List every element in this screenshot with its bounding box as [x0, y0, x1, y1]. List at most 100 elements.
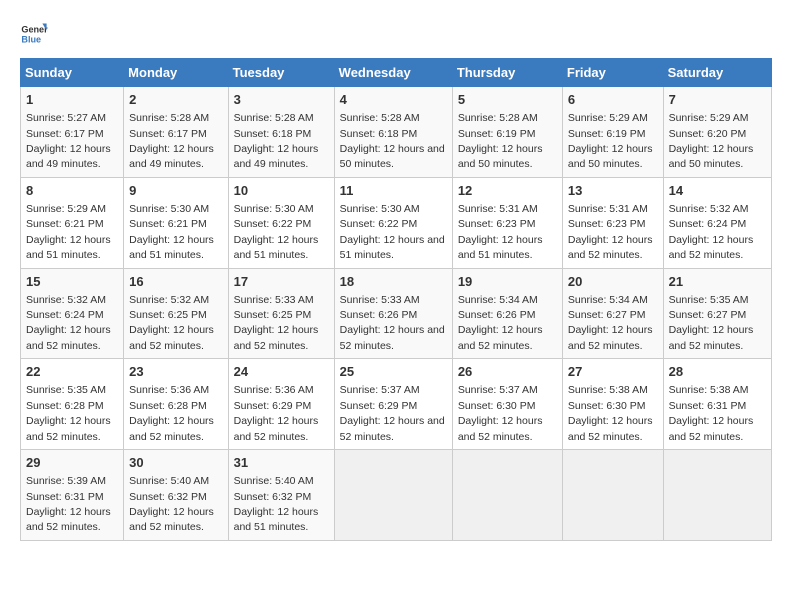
- day-number: 25: [340, 363, 447, 381]
- day-info: Sunrise: 5:40 AMSunset: 6:32 PMDaylight:…: [129, 475, 214, 533]
- day-number: 17: [234, 273, 329, 291]
- day-info: Sunrise: 5:30 AMSunset: 6:22 PMDaylight:…: [234, 203, 319, 261]
- svg-text:Blue: Blue: [21, 34, 41, 44]
- calendar-body: 1 Sunrise: 5:27 AMSunset: 6:17 PMDaylight…: [21, 87, 772, 541]
- col-header-thursday: Thursday: [452, 59, 562, 87]
- day-number: 9: [129, 182, 222, 200]
- calendar-cell: 4 Sunrise: 5:28 AMSunset: 6:18 PMDaylight…: [334, 87, 452, 178]
- day-info: Sunrise: 5:30 AMSunset: 6:21 PMDaylight:…: [129, 203, 214, 261]
- day-info: Sunrise: 5:31 AMSunset: 6:23 PMDaylight:…: [458, 203, 543, 261]
- day-info: Sunrise: 5:27 AMSunset: 6:17 PMDaylight:…: [26, 112, 111, 170]
- calendar-cell: 22Sunrise: 5:35 AMSunset: 6:28 PMDayligh…: [21, 359, 124, 450]
- day-info: Sunrise: 5:28 AMSunset: 6:17 PMDaylight:…: [129, 112, 214, 170]
- col-header-friday: Friday: [562, 59, 663, 87]
- calendar-cell: [663, 450, 771, 541]
- day-number: 22: [26, 363, 118, 381]
- calendar-cell: 6 Sunrise: 5:29 AMSunset: 6:19 PMDaylight…: [562, 87, 663, 178]
- day-info: Sunrise: 5:36 AMSunset: 6:29 PMDaylight:…: [234, 384, 319, 442]
- day-info: Sunrise: 5:35 AMSunset: 6:27 PMDaylight:…: [669, 294, 754, 352]
- day-number: 13: [568, 182, 658, 200]
- day-info: Sunrise: 5:36 AMSunset: 6:28 PMDaylight:…: [129, 384, 214, 442]
- day-number: 28: [669, 363, 766, 381]
- calendar-header-row: SundayMondayTuesdayWednesdayThursdayFrid…: [21, 59, 772, 87]
- calendar-cell: 25Sunrise: 5:37 AMSunset: 6:29 PMDayligh…: [334, 359, 452, 450]
- calendar-cell: [334, 450, 452, 541]
- calendar-cell: 1 Sunrise: 5:27 AMSunset: 6:17 PMDaylight…: [21, 87, 124, 178]
- day-info: Sunrise: 5:28 AMSunset: 6:18 PMDaylight:…: [340, 112, 445, 170]
- day-number: 19: [458, 273, 557, 291]
- col-header-saturday: Saturday: [663, 59, 771, 87]
- day-number: 11: [340, 182, 447, 200]
- calendar-table: SundayMondayTuesdayWednesdayThursdayFrid…: [20, 58, 772, 541]
- col-header-sunday: Sunday: [21, 59, 124, 87]
- day-number: 29: [26, 454, 118, 472]
- calendar-cell: 10 Sunrise: 5:30 AMSunset: 6:22 PMDayligh…: [228, 177, 334, 268]
- calendar-cell: 17 Sunrise: 5:33 AMSunset: 6:25 PMDayligh…: [228, 268, 334, 359]
- calendar-cell: 21 Sunrise: 5:35 AMSunset: 6:27 PMDayligh…: [663, 268, 771, 359]
- day-number: 24: [234, 363, 329, 381]
- calendar-cell: 18Sunrise: 5:33 AMSunset: 6:26 PMDayligh…: [334, 268, 452, 359]
- week-row-0: 1 Sunrise: 5:27 AMSunset: 6:17 PMDaylight…: [21, 87, 772, 178]
- day-number: 1: [26, 91, 118, 109]
- day-number: 23: [129, 363, 222, 381]
- calendar-cell: 13 Sunrise: 5:31 AMSunset: 6:23 PMDayligh…: [562, 177, 663, 268]
- day-info: Sunrise: 5:34 AMSunset: 6:27 PMDaylight:…: [568, 294, 653, 352]
- calendar-cell: 20 Sunrise: 5:34 AMSunset: 6:27 PMDayligh…: [562, 268, 663, 359]
- calendar-cell: 26 Sunrise: 5:37 AMSunset: 6:30 PMDayligh…: [452, 359, 562, 450]
- day-number: 16: [129, 273, 222, 291]
- calendar-cell: 29 Sunrise: 5:39 AMSunset: 6:31 PMDayligh…: [21, 450, 124, 541]
- day-info: Sunrise: 5:39 AMSunset: 6:31 PMDaylight:…: [26, 475, 111, 533]
- day-number: 5: [458, 91, 557, 109]
- logo: General Blue: [20, 20, 48, 48]
- day-info: Sunrise: 5:37 AMSunset: 6:30 PMDaylight:…: [458, 384, 543, 442]
- calendar-cell: 28 Sunrise: 5:38 AMSunset: 6:31 PMDayligh…: [663, 359, 771, 450]
- calendar-cell: 3 Sunrise: 5:28 AMSunset: 6:18 PMDaylight…: [228, 87, 334, 178]
- col-header-tuesday: Tuesday: [228, 59, 334, 87]
- day-info: Sunrise: 5:38 AMSunset: 6:30 PMDaylight:…: [568, 384, 653, 442]
- day-number: 6: [568, 91, 658, 109]
- day-info: Sunrise: 5:30 AMSunset: 6:22 PMDaylight:…: [340, 203, 445, 261]
- day-info: Sunrise: 5:29 AMSunset: 6:21 PMDaylight:…: [26, 203, 111, 261]
- calendar-cell: 7Sunrise: 5:29 AMSunset: 6:20 PMDaylight…: [663, 87, 771, 178]
- header: General Blue: [20, 20, 772, 48]
- col-header-wednesday: Wednesday: [334, 59, 452, 87]
- day-info: Sunrise: 5:32 AMSunset: 6:25 PMDaylight:…: [129, 294, 214, 352]
- calendar-cell: 11 Sunrise: 5:30 AMSunset: 6:22 PMDayligh…: [334, 177, 452, 268]
- day-number: 20: [568, 273, 658, 291]
- day-number: 15: [26, 273, 118, 291]
- day-info: Sunrise: 5:34 AMSunset: 6:26 PMDaylight:…: [458, 294, 543, 352]
- day-number: 26: [458, 363, 557, 381]
- day-info: Sunrise: 5:33 AMSunset: 6:25 PMDaylight:…: [234, 294, 319, 352]
- day-info: Sunrise: 5:33 AMSunset: 6:26 PMDaylight:…: [340, 294, 445, 352]
- day-number: 30: [129, 454, 222, 472]
- day-number: 4: [340, 91, 447, 109]
- calendar-cell: 15Sunrise: 5:32 AMSunset: 6:24 PMDayligh…: [21, 268, 124, 359]
- day-number: 31: [234, 454, 329, 472]
- calendar-cell: 8Sunrise: 5:29 AMSunset: 6:21 PMDaylight…: [21, 177, 124, 268]
- calendar-cell: 19 Sunrise: 5:34 AMSunset: 6:26 PMDayligh…: [452, 268, 562, 359]
- day-info: Sunrise: 5:40 AMSunset: 6:32 PMDaylight:…: [234, 475, 319, 533]
- calendar-cell: 12Sunrise: 5:31 AMSunset: 6:23 PMDayligh…: [452, 177, 562, 268]
- day-info: Sunrise: 5:28 AMSunset: 6:18 PMDaylight:…: [234, 112, 319, 170]
- calendar-cell: [452, 450, 562, 541]
- day-number: 7: [669, 91, 766, 109]
- calendar-cell: 14Sunrise: 5:32 AMSunset: 6:24 PMDayligh…: [663, 177, 771, 268]
- day-info: Sunrise: 5:38 AMSunset: 6:31 PMDaylight:…: [669, 384, 754, 442]
- day-number: 21: [669, 273, 766, 291]
- week-row-3: 22Sunrise: 5:35 AMSunset: 6:28 PMDayligh…: [21, 359, 772, 450]
- week-row-4: 29 Sunrise: 5:39 AMSunset: 6:31 PMDayligh…: [21, 450, 772, 541]
- day-info: Sunrise: 5:31 AMSunset: 6:23 PMDaylight:…: [568, 203, 653, 261]
- logo-icon: General Blue: [20, 20, 48, 48]
- day-number: 3: [234, 91, 329, 109]
- calendar-cell: [562, 450, 663, 541]
- day-number: 10: [234, 182, 329, 200]
- calendar-cell: 31 Sunrise: 5:40 AMSunset: 6:32 PMDayligh…: [228, 450, 334, 541]
- calendar-cell: 24 Sunrise: 5:36 AMSunset: 6:29 PMDayligh…: [228, 359, 334, 450]
- day-info: Sunrise: 5:29 AMSunset: 6:19 PMDaylight:…: [568, 112, 653, 170]
- day-number: 2: [129, 91, 222, 109]
- calendar-cell: 23 Sunrise: 5:36 AMSunset: 6:28 PMDayligh…: [124, 359, 228, 450]
- day-number: 27: [568, 363, 658, 381]
- calendar-cell: 9 Sunrise: 5:30 AMSunset: 6:21 PMDaylight…: [124, 177, 228, 268]
- calendar-cell: 16 Sunrise: 5:32 AMSunset: 6:25 PMDayligh…: [124, 268, 228, 359]
- calendar-cell: 5Sunrise: 5:28 AMSunset: 6:19 PMDaylight…: [452, 87, 562, 178]
